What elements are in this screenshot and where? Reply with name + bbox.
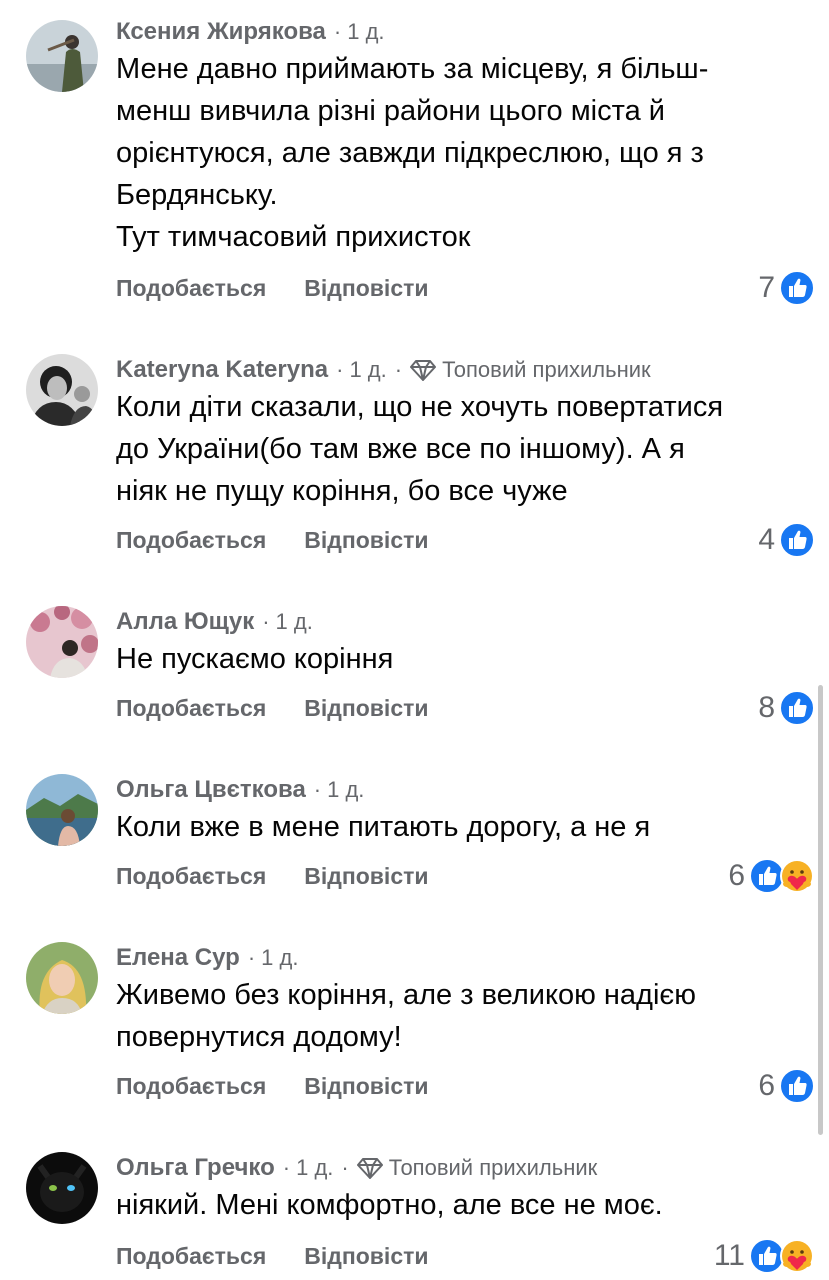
care-icon [780, 1239, 814, 1273]
reactions-summary[interactable]: 7 [758, 266, 815, 310]
comment-line: Коли діти сказали, що не хочуть повертат… [116, 391, 724, 423]
comment-author[interactable]: Ксения Жирякова [116, 18, 326, 46]
like-icon [779, 690, 815, 726]
like-button[interactable]: Подобається [116, 527, 266, 554]
like-icon [779, 1068, 815, 1104]
comment-line: Мене давно приймають за місцеву, я більш… [116, 53, 709, 85]
badge-label: Топовий прихильник [442, 357, 651, 382]
badge-label: Топовий прихильник [388, 1155, 598, 1180]
comment-author[interactable]: Kateryna Kateryna [116, 356, 328, 384]
comment-line: орієнтуюся, але завжди підкреслюю, що я … [116, 137, 704, 169]
avatar[interactable] [26, 942, 98, 1014]
separator-dot: · [336, 357, 344, 382]
avatar[interactable] [26, 606, 98, 678]
reactions-summary[interactable]: 6 [758, 1064, 815, 1108]
top-fan-badge: Топовий прихильник [355, 1155, 598, 1181]
reaction-count: 7 [758, 271, 775, 304]
comment-text: Не пускаємо коріння [116, 638, 815, 680]
separator-dot: · [247, 945, 256, 970]
like-button[interactable]: Подобається [116, 1073, 266, 1100]
care-icon [780, 859, 814, 893]
comment-text: ніякий. Мені комфортно, але все не моє. [116, 1184, 815, 1226]
avatar[interactable] [26, 20, 98, 92]
diamond-icon [356, 1158, 383, 1179]
comment-time[interactable]: 1 д. [261, 945, 298, 971]
comment-text: Коли діти сказали, що не хочуть повертат… [116, 386, 815, 512]
reply-button[interactable]: Відповісти [304, 527, 428, 554]
comment-time[interactable]: 1 д. [296, 1155, 333, 1181]
reactions-summary[interactable]: 4 [758, 518, 815, 562]
reaction-count: 11 [713, 1239, 745, 1272]
separator-dot: · [341, 1155, 349, 1180]
comment-line: менш вивчила різні райони цього міста й [116, 95, 665, 127]
comment-line: повернутися додому! [116, 1021, 402, 1053]
reply-button[interactable]: Відповісти [304, 863, 428, 890]
comment-text: Мене давно приймають за місцеву, я більш… [116, 48, 815, 258]
avatar[interactable] [26, 354, 98, 426]
reaction-count: 8 [758, 691, 775, 724]
reply-button[interactable]: Відповісти [304, 695, 428, 722]
comment-line: до України(бо там вже все по іншому). А … [116, 433, 685, 465]
comment-author[interactable]: Ольга Гречко [116, 1154, 275, 1182]
comment-author[interactable]: Алла Ющук [116, 608, 254, 636]
reactions-summary[interactable]: 11 [714, 1234, 815, 1278]
comment-line: ніякий. Мені комфортно, але все не моє. [116, 1189, 663, 1221]
comment-time[interactable]: 1 д. [349, 357, 386, 383]
reactions-summary[interactable]: 8 [758, 686, 815, 730]
comment-line: Коли вже в мене питають дорогу, а не я [116, 811, 651, 843]
comment-line: Тут тимчасовий прихисток [116, 221, 471, 253]
reaction-count: 6 [728, 859, 745, 892]
like-button[interactable]: Подобається [116, 1243, 266, 1270]
comment-text: Коли вже в мене питають дорогу, а не я [116, 806, 815, 848]
comment-time[interactable]: 1 д. [327, 777, 364, 803]
comment-line: ніяк не пущу коріння, бо все чуже [116, 475, 568, 507]
like-button[interactable]: Подобається [116, 695, 266, 722]
separator-dot: · [282, 1155, 291, 1180]
scrollbar[interactable] [818, 685, 823, 1135]
comment-line: Живемо без коріння, але з великою надією [116, 979, 696, 1011]
reaction-count: 4 [758, 523, 775, 556]
like-icon [779, 522, 815, 558]
reactions-summary[interactable]: 6 [728, 854, 815, 898]
avatar[interactable] [26, 1152, 98, 1224]
like-button[interactable]: Подобається [116, 863, 266, 890]
comment-author[interactable]: Елена Сур [116, 944, 240, 972]
like-button[interactable]: Подобається [116, 275, 266, 302]
reaction-count: 6 [758, 1069, 775, 1102]
separator-dot: · [313, 777, 322, 802]
reply-button[interactable]: Відповісти [304, 1073, 428, 1100]
diamond-icon [410, 360, 437, 381]
like-icon [779, 270, 815, 306]
comment-time[interactable]: 1 д. [276, 609, 313, 635]
top-fan-badge: Топовий прихильник [408, 357, 651, 383]
separator-dot: · [394, 357, 403, 382]
reply-button[interactable]: Відповісти [304, 275, 428, 302]
comment-author[interactable]: Ольга Цвєткова [116, 776, 306, 804]
comment-text: Живемо без коріння, але з великою надією… [116, 974, 815, 1058]
reply-button[interactable]: Відповісти [304, 1243, 428, 1270]
comment-time[interactable]: 1 д. [347, 19, 384, 45]
avatar[interactable] [26, 774, 98, 846]
separator-dot: · [262, 609, 270, 634]
comment-line: Не пускаємо коріння [116, 643, 394, 675]
comment-line: Бердянську. [116, 179, 278, 211]
separator-dot: · [333, 19, 342, 44]
